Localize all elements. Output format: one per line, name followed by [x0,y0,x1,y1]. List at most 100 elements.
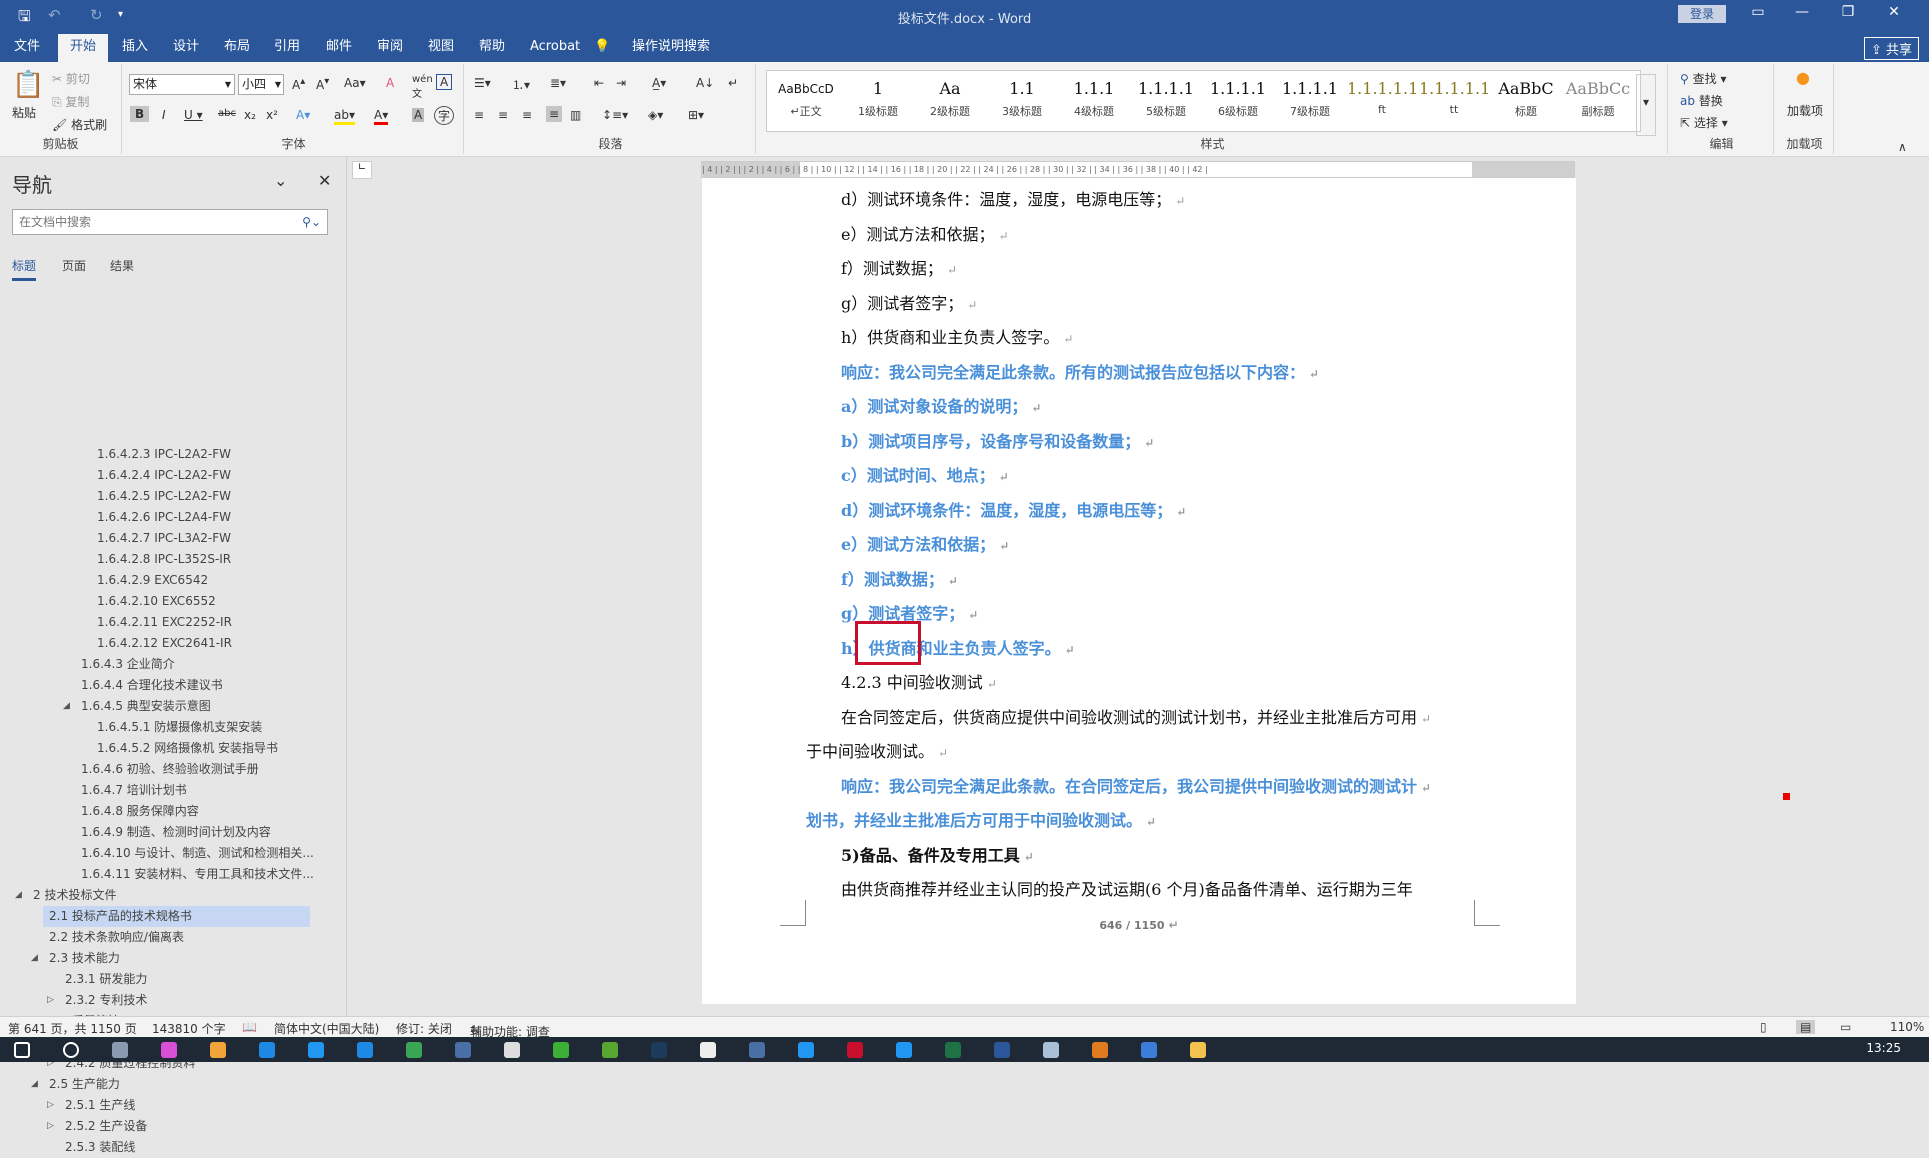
document-paragraph[interactable]: 5)备品、备件及专用工具 ↵ [841,842,1034,866]
search-icon[interactable]: ⚲⌄ [302,210,321,234]
close-button[interactable]: ✕ [1874,4,1914,20]
collapse-icon[interactable]: ◢ [31,1079,38,1089]
document-paragraph[interactable]: 响应：我公司完全满足此条款。在合同签定后，我公司提供中间验收测试的测试计 ↵ [841,773,1431,797]
multilevel-list-icon[interactable]: ≣▾ [550,76,566,90]
nav-tab-results[interactable]: 结果 [110,257,134,274]
tab-insert[interactable]: 插入 [110,34,160,62]
nav-heading-item[interactable]: 2.5.3 装配线 [59,1137,135,1158]
ribbon-display-icon[interactable]: ▭ [1738,4,1778,20]
style-2[interactable]: Aa 2级标题 [915,75,985,119]
expand-icon[interactable]: ▷ [47,1100,54,1110]
nav-heading-item[interactable]: 1.6.4.2.8 IPC-L352S-IR [91,549,231,570]
nav-heading-item[interactable]: 1.6.4.5.1 防爆摄像机支架安装 [91,717,262,738]
text-effects-icon[interactable]: A▾ [296,108,310,122]
document-paragraph[interactable]: 在合同签定后，供货商应提供中间验收测试的测试计划书，并经业主批准后方可用 ↵ [841,704,1431,728]
nav-heading-item[interactable]: 1.6.4.4 合理化技术建议书 [75,675,223,696]
nav-heading-item[interactable]: 1.6.4.5 典型安装示意图 [75,696,211,717]
print-layout-icon[interactable]: ▤ [1796,1020,1816,1034]
nav-tab-pages[interactable]: 页面 [62,257,86,274]
app-taskbar-icon[interactable] [1043,1042,1059,1058]
nav-heading-item[interactable]: 1.6.4.2.5 IPC-L2A2-FW [91,486,231,507]
app-taskbar-icon[interactable] [798,1042,814,1058]
tab-review[interactable]: 审阅 [365,34,415,62]
document-paragraph[interactable]: d）测试环境条件：温度，湿度，电源电压等； ↵ [841,186,1185,210]
nav-heading-item[interactable]: 1.6.4.11 安装材料、专用工具和技术文件... [75,864,314,885]
tab-help[interactable]: 帮助 [467,34,517,62]
collapse-icon[interactable]: ◢ [63,701,70,711]
document-paragraph[interactable]: 响应：我公司完全满足此条款。所有的测试报告应包括以下内容： ↵ [841,359,1319,383]
style-3[interactable]: 1.1 3级标题 [987,75,1057,119]
copy-button[interactable]: ⎘ 复制 [52,93,89,110]
nav-heading-item[interactable]: 2.3.1 研发能力 [59,969,147,990]
borders-icon[interactable]: ⊞▾ [688,108,704,122]
decrease-indent-icon[interactable]: ⇤ [594,76,604,90]
app-taskbar-icon[interactable] [896,1042,912,1058]
document-paragraph[interactable]: 4.2.3 中间验收测试 ↵ [841,669,997,693]
proofing-icon[interactable]: 📖 [242,1020,257,1034]
search-taskbar-icon[interactable] [63,1042,79,1058]
document-page[interactable]: d）测试环境条件：温度，湿度，电源电压等； ↵ e）测试方法和依据； ↵ f）测试数据；… [702,178,1576,1004]
expand-icon[interactable]: ▷ [47,995,54,1005]
tab-view[interactable]: 视图 [416,34,466,62]
cut-button[interactable]: ✂ 剪切 [52,70,90,87]
minimize-button[interactable]: — [1782,4,1822,20]
app-taskbar-icon[interactable] [455,1042,471,1058]
nav-heading-item[interactable]: 2.3.2 专利技术 [59,990,147,1011]
close-icon[interactable]: ✕ [318,171,331,190]
style-11[interactable]: AaBbCc 副标题 [1563,75,1633,119]
nav-heading-item[interactable]: 2.5.2 生产设备 [59,1116,147,1137]
character-shading-icon[interactable]: A [412,108,425,122]
document-paragraph[interactable]: g）测试者签字； ↵ [841,290,977,314]
document-paragraph[interactable]: f）测试数据； ↵ [841,255,957,279]
document-paragraph[interactable]: h）供货商和业主负责人签字。 ↵ [841,324,1073,348]
document-paragraph[interactable]: 于中间验收测试。 ↵ [806,738,948,762]
tab-design[interactable]: 设计 [161,34,211,62]
web-layout-icon[interactable]: ▭ [1840,1020,1851,1034]
align-left-icon[interactable]: ≡ [474,108,484,122]
nav-heading-item[interactable]: 2 技术投标文件 [27,885,116,906]
document-paragraph[interactable]: 由供货商推荐并经业主认同的投产及试运期(6 个月)备品备件清单、运行期为三年 [841,876,1413,900]
document-paragraph[interactable]: b）测试项目序号，设备序号和设备数量； ↵ [841,428,1154,452]
tab-layout[interactable]: 布局 [212,34,262,62]
tab-references[interactable]: 引用 [262,34,312,62]
font-name-select[interactable]: 宋体 ▼ [129,74,235,95]
nav-tab-headings[interactable]: 标题 [12,257,37,281]
nav-heading-item[interactable]: 1.6.4.8 服务保障内容 [75,801,199,822]
styles-more-icon[interactable]: ▾ [1636,74,1656,136]
document-paragraph[interactable]: e）测试方法和依据； ↵ [841,221,1009,245]
style-7[interactable]: 1.1.1.1 7级标题 [1275,75,1345,119]
nav-heading-item[interactable]: 1.6.4.2.7 IPC-L3A2-FW [91,528,231,549]
tab-home[interactable]: 开始 [58,34,109,62]
app-taskbar-icon[interactable] [259,1042,275,1058]
nav-options-icon[interactable]: ⌄ [274,171,287,190]
paste-icon[interactable]: 📋 [12,70,44,100]
start-taskbar-icon[interactable] [14,1042,30,1058]
style-10[interactable]: AaBbC 标题 [1491,75,1561,119]
read-mode-icon[interactable]: ▯ [1760,1020,1767,1034]
addins-button[interactable]: 加载项 [1784,102,1826,119]
word-count[interactable]: 143810 个字 [152,1020,226,1037]
qq-taskbar-icon[interactable] [700,1042,716,1058]
tell-me-search[interactable]: 操作说明搜索 [620,34,722,62]
acrobat-taskbar-icon[interactable] [847,1042,863,1058]
style-4[interactable]: 1.1.1 4级标题 [1059,75,1129,119]
nav-heading-item[interactable]: 1.6.4.5.2 网络摄像机 安装指导书 [91,738,278,759]
strikethrough-button[interactable]: abc [218,108,236,119]
collapse-icon[interactable]: ◢ [15,890,22,900]
page-count[interactable]: 第 641 页，共 1150 页 [8,1020,137,1037]
nav-heading-item[interactable]: 1.6.4.3 企业简介 [75,654,175,675]
style-9[interactable]: 1.1.1.1.1. tt [1419,75,1489,116]
collapse-ribbon-icon[interactable]: ∧ [1898,140,1907,154]
zoom-level[interactable]: 110% [1890,1020,1924,1034]
calculator-taskbar-icon[interactable] [112,1042,128,1058]
character-border-icon[interactable]: A [436,74,453,90]
excel-taskbar-icon[interactable] [945,1042,961,1058]
font-size-select[interactable]: 小四 ▼ [238,74,284,95]
document-paragraph[interactable]: a）测试对象设备的说明； ↵ [841,393,1041,417]
asian-layout-icon[interactable]: A̲▾ [652,76,666,90]
nav-heading-item[interactable]: 2.2 技术条款响应/偏离表 [43,927,184,948]
nav-heading-item[interactable]: 2.5.1 生产线 [59,1095,135,1116]
style-5[interactable]: 1.1.1.1 5级标题 [1131,75,1201,119]
app-taskbar-icon[interactable] [749,1042,765,1058]
track-changes[interactable]: 修订: 关闭 [396,1020,452,1037]
